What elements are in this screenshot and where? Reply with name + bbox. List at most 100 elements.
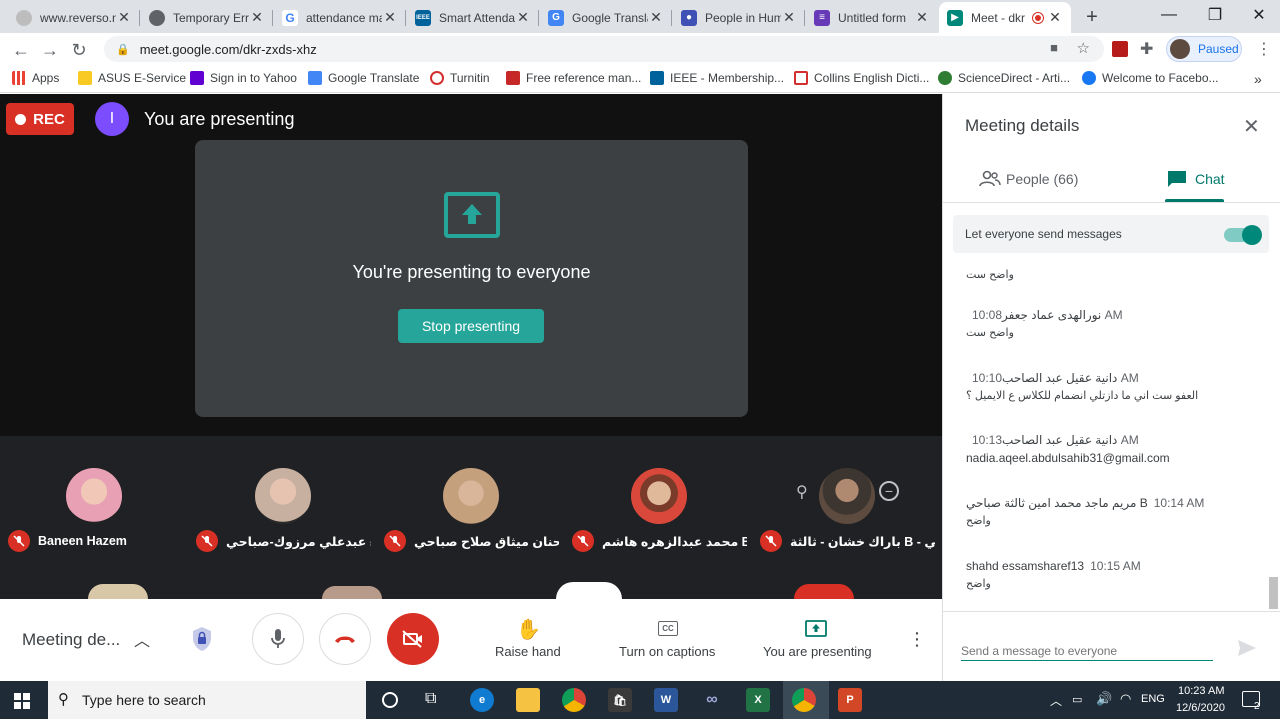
bookmark-mendeley[interactable]: Free reference man...: [506, 71, 641, 85]
close-icon[interactable]: ✕: [515, 9, 531, 26]
windows-start-icon[interactable]: [14, 693, 30, 709]
tab-chat[interactable]: Chat: [1167, 170, 1225, 188]
meeting-details-button[interactable]: Meeting de...: [22, 630, 120, 650]
new-tab-button[interactable]: +: [1078, 2, 1106, 33]
close-icon[interactable]: ✕: [781, 9, 797, 26]
pin-icon[interactable]: ⚲: [796, 482, 808, 502]
camera-off-button[interactable]: [387, 613, 439, 665]
star-icon[interactable]: ☆: [1077, 39, 1090, 57]
toggle-knob[interactable]: [1242, 225, 1262, 245]
tab-reverso[interactable]: www.reverso.n ✕: [8, 2, 140, 33]
powerpoint-icon[interactable]: P: [838, 688, 862, 712]
raise-hand-label[interactable]: Raise hand: [495, 644, 561, 659]
participant-tile[interactable]: ⚲ − باراك خشان - ثالثة B - صباحي...: [752, 468, 940, 568]
stop-presenting-button[interactable]: Stop presenting: [398, 309, 544, 343]
tab-meet-active[interactable]: ▶ Meet - dkr ✕: [939, 2, 1071, 33]
tab-people-in-hum[interactable]: ● People in Hum ✕: [673, 2, 805, 33]
edge-icon[interactable]: e: [470, 688, 494, 712]
close-panel-icon[interactable]: ✕: [1243, 114, 1260, 139]
chevron-up-icon[interactable]: ︿: [134, 627, 150, 651]
people-tab-label: People (66): [1006, 171, 1079, 187]
battery-icon[interactable]: ▭: [1072, 693, 1082, 706]
send-message-input[interactable]: [961, 641, 1213, 661]
bookmark-facebook[interactable]: Welcome to Facebo...: [1082, 71, 1219, 85]
close-icon[interactable]: ✕: [249, 9, 265, 26]
bookmark-ieee[interactable]: IEEE - Membership...: [650, 71, 784, 85]
back-icon[interactable]: ←: [8, 37, 34, 63]
close-icon[interactable]: ✕: [382, 9, 398, 26]
remove-participant-icon[interactable]: −: [879, 481, 899, 501]
captions-icon[interactable]: CC: [658, 621, 678, 636]
taskbar-search[interactable]: ⚲ Type here to search: [48, 681, 366, 719]
yahoo-icon: [190, 71, 204, 85]
bookmark-apps[interactable]: Apps: [12, 71, 59, 85]
chat-scrollbar[interactable]: [1269, 577, 1278, 609]
close-icon[interactable]: ✕: [1047, 9, 1063, 26]
tab-untitled-form[interactable]: ≡ Untitled form ✕: [806, 2, 938, 33]
bookmark-turnitin[interactable]: Turnitin: [430, 71, 490, 85]
send-icon[interactable]: [1237, 639, 1257, 657]
present-now-icon[interactable]: [805, 620, 827, 637]
more-options-icon[interactable]: ⋮: [908, 629, 926, 650]
bookmark-yahoo[interactable]: Sign in to Yahoo: [190, 71, 297, 85]
tab-attendance[interactable]: G attendance ma ✕: [274, 2, 406, 33]
tab-google-translate[interactable]: G Google Transla ✕: [540, 2, 672, 33]
reload-icon[interactable]: ↻: [66, 37, 92, 63]
language-indicator[interactable]: ENG: [1141, 693, 1165, 705]
tab-temporary-error[interactable]: Temporary Erro ✕: [141, 2, 273, 33]
meeting-details-panel: Meeting details ✕ People (66) Chat Let e…: [942, 94, 1280, 681]
more-bookmarks-chevron-icon[interactable]: »: [1254, 71, 1262, 87]
host-controls-shield-icon[interactable]: [191, 626, 213, 652]
chat-message: دانية عقيل عبد الصاحب10:10 AM العفو ست ا…: [966, 371, 1256, 402]
bookmark-google-translate[interactable]: Google Translate: [308, 71, 419, 85]
close-icon[interactable]: ✕: [648, 9, 664, 26]
participant-tile[interactable]: محمد عبدالزهره هاشم B: [564, 468, 752, 568]
close-icon[interactable]: ✕: [116, 9, 132, 26]
presenting-label[interactable]: You are presenting: [763, 644, 872, 659]
store-icon[interactable]: 🛍: [608, 688, 632, 712]
clock-time[interactable]: 10:23 AM: [1178, 685, 1224, 697]
tab-people[interactable]: People (66): [979, 170, 1078, 188]
chrome-active-icon[interactable]: [792, 688, 816, 712]
raise-hand-icon[interactable]: ✋: [516, 617, 541, 642]
bookmark-asus[interactable]: ASUS E-Service: [78, 71, 186, 85]
close-icon[interactable]: ✕: [914, 9, 930, 26]
word-icon[interactable]: W: [654, 688, 678, 712]
participant-tile[interactable]: اء عبدعلي مرزوك-صباحي-A...: [188, 468, 376, 568]
participant-name: اء عبدعلي مرزوك-صباحي-A...: [226, 535, 371, 549]
cortana-icon[interactable]: [382, 692, 398, 708]
excel-icon[interactable]: X: [746, 688, 770, 712]
message-body: واضح: [966, 515, 991, 527]
leave-call-button[interactable]: [319, 613, 371, 665]
tab-smart-attendance[interactable]: IEEE Smart Attenda ✕: [407, 2, 539, 33]
presentation-stage: You're presenting to everyone Stop prese…: [0, 94, 942, 436]
apps-grid-icon: [12, 71, 26, 85]
wifi-icon[interactable]: ◠: [1120, 691, 1131, 707]
minimize-icon[interactable]: —: [1146, 0, 1192, 30]
bookmark-sciencedirect[interactable]: ScienceDirect - Arti...: [938, 71, 1070, 85]
maximize-icon[interactable]: ❐: [1192, 0, 1238, 30]
camera-icon[interactable]: ■: [1050, 40, 1058, 55]
forward-icon[interactable]: →: [37, 37, 63, 63]
kebab-menu-icon[interactable]: ⋮: [1256, 39, 1272, 59]
chrome-icon[interactable]: [562, 688, 586, 712]
bookmarks-bar: Apps ASUS E-Service Sign in to Yahoo Goo…: [0, 65, 1280, 93]
tray-chevron-icon[interactable]: ︿: [1050, 692, 1062, 709]
pdf-extension-icon[interactable]: [1112, 41, 1128, 57]
file-explorer-icon[interactable]: [516, 688, 540, 712]
participant-tile[interactable]: Baneen Hazem: [0, 468, 188, 568]
task-view-icon[interactable]: ⧉: [425, 690, 436, 708]
window-close-icon[interactable]: ✕: [1236, 0, 1280, 30]
extensions-puzzle-icon[interactable]: ✚: [1140, 39, 1153, 59]
collins-icon: [794, 71, 808, 85]
profile-paused-button[interactable]: Paused: [1166, 36, 1242, 62]
microphone-button[interactable]: [252, 613, 304, 665]
volume-icon[interactable]: 🔊: [1096, 691, 1112, 707]
bookmark-label: Sign in to Yahoo: [210, 71, 297, 85]
bookmark-collins[interactable]: Collins English Dicti...: [794, 71, 929, 85]
participant-tile[interactable]: حنان ميثاق صلاح صباحي A: [376, 468, 564, 568]
address-bar[interactable]: 🔒 meet.google.com/dkr-zxds-xhz ■ ☆: [104, 36, 1104, 62]
captions-label[interactable]: Turn on captions: [619, 644, 715, 659]
infinity-app-icon[interactable]: ∞: [700, 688, 724, 712]
clock-date[interactable]: 12/6/2020: [1176, 702, 1225, 714]
